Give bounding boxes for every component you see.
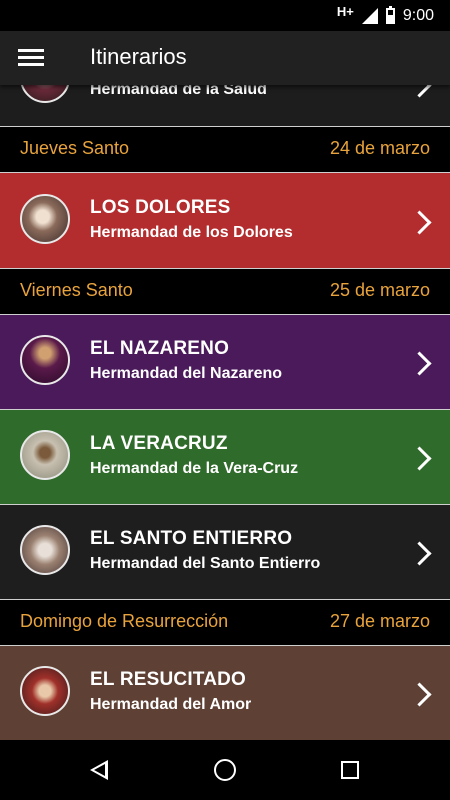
menu-icon[interactable] bbox=[18, 46, 46, 70]
item-name: LOS DOLORES bbox=[90, 197, 231, 218]
chevron-right-icon[interactable] bbox=[407, 446, 432, 471]
section-header-viernes: Viernes Santo 25 de marzo bbox=[0, 269, 450, 315]
item-name: EL RESUCITADO bbox=[90, 669, 247, 690]
item-subtitle: Hermandad de la Vera-Cruz bbox=[90, 460, 299, 477]
list-item-dolores[interactable]: LOS DOLORES Hermandad de los Dolores bbox=[0, 173, 450, 269]
avatar-resucitado bbox=[20, 666, 70, 716]
chevron-right-icon[interactable] bbox=[407, 682, 432, 707]
status-icons: H+ 9:00 bbox=[337, 0, 434, 31]
item-subtitle: Hermandad de los Dolores bbox=[90, 224, 293, 241]
section-day: Domingo de Resurrección bbox=[20, 611, 229, 631]
network-type: H+ bbox=[336, 4, 354, 19]
status-bar: H+ 9:00 bbox=[0, 0, 450, 31]
itinerary-list[interactable]: Hermandad de la Salud Jueves Santo 24 de… bbox=[0, 31, 450, 740]
section-date: 27 de marzo bbox=[329, 611, 430, 631]
app-bar: Itinerarios bbox=[0, 31, 450, 85]
signal-icon bbox=[361, 7, 378, 24]
avatar-entierro bbox=[20, 525, 70, 575]
item-name: LA VERACRUZ bbox=[90, 433, 228, 454]
list-item-nazareno[interactable]: EL NAZARENO Hermandad del Nazareno bbox=[0, 315, 450, 410]
item-name: EL NAZARENO bbox=[90, 338, 230, 359]
section-date: 24 de marzo bbox=[329, 138, 430, 158]
avatar-veracruz bbox=[20, 430, 70, 480]
back-icon[interactable] bbox=[90, 760, 108, 780]
list-item-entierro[interactable]: EL SANTO ENTIERRO Hermandad del Santo En… bbox=[0, 505, 450, 600]
section-header-domingo: Domingo de Resurrección 27 de marzo bbox=[0, 600, 450, 646]
section-header-jueves: Jueves Santo 24 de marzo bbox=[0, 127, 450, 173]
list-item-resucitado[interactable]: EL RESUCITADO Hermandad del Amor bbox=[0, 646, 450, 740]
page-title: Itinerarios bbox=[90, 44, 187, 69]
chevron-right-icon[interactable] bbox=[407, 210, 432, 235]
section-day: Jueves Santo bbox=[20, 138, 130, 158]
battery-icon bbox=[385, 5, 395, 24]
item-subtitle: Hermandad del Nazareno bbox=[90, 365, 283, 382]
item-name: EL SANTO ENTIERRO bbox=[90, 528, 293, 549]
item-subtitle: Hermandad del Amor bbox=[90, 696, 252, 713]
navigation-bar bbox=[0, 740, 450, 800]
section-date: 25 de marzo bbox=[329, 280, 430, 300]
recent-apps-icon[interactable] bbox=[341, 761, 359, 779]
avatar-dolores bbox=[20, 194, 70, 244]
list-item-veracruz[interactable]: LA VERACRUZ Hermandad de la Vera-Cruz bbox=[0, 410, 450, 505]
avatar-nazareno bbox=[20, 335, 70, 385]
home-icon[interactable] bbox=[214, 759, 236, 781]
chevron-right-icon[interactable] bbox=[407, 541, 432, 566]
section-day: Viernes Santo bbox=[20, 280, 133, 300]
chevron-right-icon[interactable] bbox=[407, 351, 432, 376]
status-time: 9:00 bbox=[402, 6, 434, 24]
item-subtitle: Hermandad del Santo Entierro bbox=[90, 555, 321, 572]
